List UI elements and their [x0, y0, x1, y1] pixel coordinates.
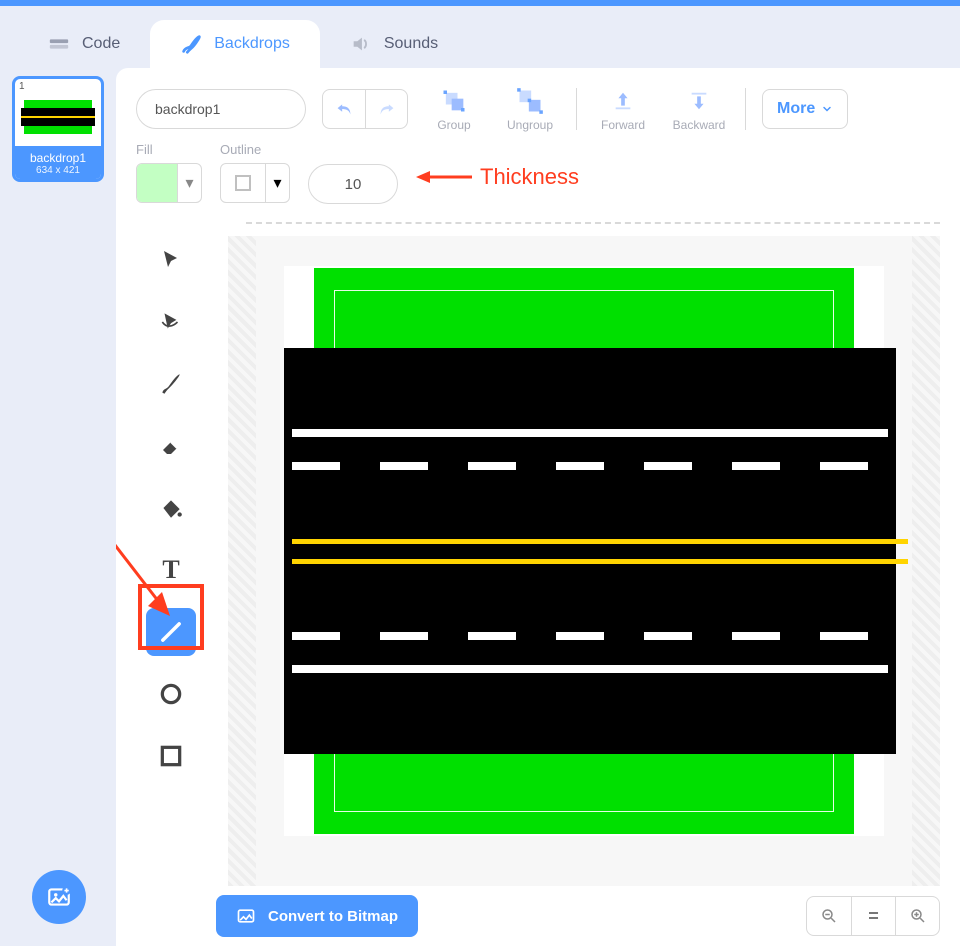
tab-code-label: Code [82, 35, 120, 53]
convert-to-bitmap-button[interactable]: Convert to Bitmap [216, 895, 418, 937]
zoom-reset-button[interactable]: = [851, 897, 895, 935]
redo-button[interactable] [365, 90, 407, 128]
canvas[interactable] [284, 266, 884, 836]
tab-sounds[interactable]: Sounds [320, 20, 468, 68]
canvas-wrap[interactable] [228, 236, 940, 886]
zoom-in-icon [909, 907, 927, 925]
editor-pane: backdrop1 Group Ungroup Forward Backward [116, 68, 960, 946]
eraser-icon [159, 434, 183, 458]
group-label: Group [437, 118, 470, 132]
forward-button[interactable]: Forward [593, 86, 653, 132]
chevron-down-icon [821, 103, 833, 115]
reshape-icon [158, 309, 184, 335]
shape-lane [292, 665, 888, 673]
add-backdrop-button[interactable] [32, 870, 86, 924]
select-tool[interactable] [146, 236, 196, 284]
brush-tool[interactable] [146, 360, 196, 408]
backward-icon [688, 88, 710, 114]
thumbnail-index: 1 [15, 79, 101, 92]
circle-tool[interactable] [146, 670, 196, 718]
shape-center-line [292, 539, 908, 544]
zoom-out-button[interactable] [807, 897, 851, 935]
separator [576, 88, 577, 130]
undo-redo-group [322, 89, 408, 129]
shape-road [284, 348, 896, 754]
sound-icon [350, 33, 372, 55]
editor-header: backdrop1 Group Ungroup Forward Backward [116, 68, 960, 142]
canvas-overflow [912, 236, 940, 886]
shape-lane [292, 632, 888, 640]
reshape-tool[interactable] [146, 298, 196, 346]
fill-tool[interactable] [146, 484, 196, 532]
annotation-thickness: Thickness [416, 164, 579, 190]
tab-backdrops-label: Backdrops [214, 35, 290, 53]
backward-button[interactable]: Backward [669, 86, 729, 132]
tab-backdrops[interactable]: Backdrops [150, 20, 320, 68]
backdrop-list: 1 backdrop1 634 x 421 [0, 68, 116, 946]
image-plus-icon [46, 884, 72, 910]
bucket-icon [158, 495, 184, 521]
chevron-down-icon: ▾ [177, 164, 201, 202]
tool-column: T [116, 236, 228, 886]
separator [745, 88, 746, 130]
text-tool[interactable]: T [146, 546, 196, 594]
more-button[interactable]: More [762, 89, 848, 129]
ungroup-icon [516, 87, 544, 115]
divider [246, 222, 940, 224]
shape-center-line [292, 559, 908, 564]
outline-width-input[interactable]: 10 [308, 164, 398, 204]
tab-code[interactable]: Code [18, 20, 150, 68]
fill-swatch [137, 164, 177, 202]
bottom-bar: Convert to Bitmap = [116, 886, 960, 946]
work-area: T [116, 236, 960, 886]
arrow-left-icon [416, 167, 472, 187]
eraser-tool[interactable] [146, 422, 196, 470]
convert-label: Convert to Bitmap [268, 908, 398, 925]
undo-button[interactable] [323, 90, 365, 128]
undo-icon [333, 98, 355, 120]
zoom-in-button[interactable] [895, 897, 939, 935]
costume-name-input[interactable]: backdrop1 [136, 89, 306, 129]
forward-label: Forward [601, 118, 645, 132]
zoom-controls: = [806, 896, 940, 936]
code-icon [48, 33, 70, 55]
square-icon [158, 743, 184, 769]
ungroup-label: Ungroup [507, 118, 553, 132]
fill-label: Fill [136, 142, 202, 157]
tab-sounds-label: Sounds [384, 35, 438, 53]
props-row: Fill ▾ Outline ▾ 10 Thickness [116, 142, 960, 218]
fill-picker[interactable]: Fill ▾ [136, 142, 202, 203]
ungroup-button[interactable]: Ungroup [500, 86, 560, 132]
line-tool[interactable] [146, 608, 196, 656]
more-label: More [777, 100, 815, 118]
thumbnail-label: backdrop1 634 x 421 [15, 146, 101, 179]
forward-icon [612, 88, 634, 114]
shape-lane [292, 462, 888, 470]
tab-row: Code Backdrops Sounds [0, 6, 960, 68]
circle-icon [158, 681, 184, 707]
shape-lane [292, 429, 888, 437]
outline-picker[interactable]: Outline ▾ [220, 142, 290, 203]
redo-icon [376, 98, 398, 120]
zoom-out-icon [820, 907, 838, 925]
brush-icon [180, 33, 202, 55]
group-button[interactable]: Group [424, 86, 484, 132]
backward-label: Backward [673, 118, 726, 132]
thumbnail-preview [21, 94, 95, 140]
chevron-down-icon: ▾ [265, 164, 289, 202]
image-icon [236, 906, 256, 926]
group-icon [440, 87, 468, 115]
outline-label: Outline [220, 142, 290, 157]
text-icon: T [162, 555, 179, 585]
cursor-icon [159, 248, 183, 272]
paintbrush-icon [158, 371, 184, 397]
outline-swatch [221, 164, 265, 202]
line-icon [157, 618, 185, 646]
backdrop-thumbnail[interactable]: 1 backdrop1 634 x 421 [12, 76, 104, 182]
canvas-overflow [228, 236, 256, 886]
rect-tool[interactable] [146, 732, 196, 780]
